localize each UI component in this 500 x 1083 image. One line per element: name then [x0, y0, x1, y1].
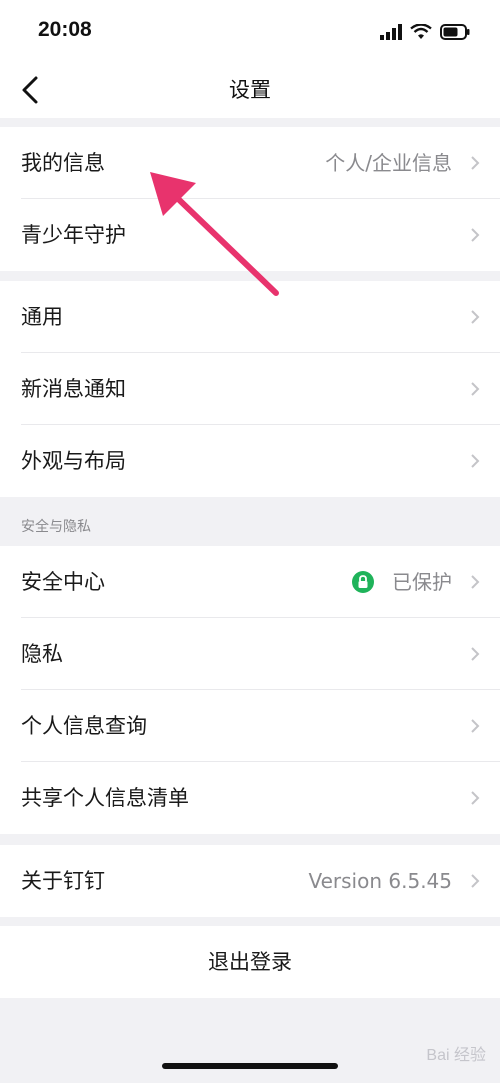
chevron-right-icon — [471, 874, 480, 888]
status-time: 20:08 — [38, 18, 92, 41]
row-label: 我的信息 — [21, 151, 105, 175]
row-label: 共享个人信息清单 — [21, 786, 189, 810]
chevron-right-icon — [471, 791, 480, 805]
row-label: 青少年守护 — [21, 223, 126, 247]
chevron-right-icon — [471, 228, 480, 242]
row-shared-info-list[interactable]: 共享个人信息清单 — [0, 762, 500, 834]
chevron-right-icon — [471, 719, 480, 733]
chevron-right-icon — [471, 647, 480, 661]
row-label: 新消息通知 — [21, 377, 126, 401]
row-label: 关于钉钉 — [21, 869, 105, 893]
battery-icon — [440, 24, 470, 40]
row-youth-protection[interactable]: 青少年守护 — [0, 199, 500, 271]
row-general[interactable]: 通用 — [0, 281, 500, 353]
chevron-right-icon — [471, 156, 480, 170]
row-value: 已保护 — [392, 570, 452, 594]
page-title: 设置 — [229, 78, 271, 102]
row-value: 个人/企业信息 — [325, 151, 452, 175]
chevron-right-icon — [471, 310, 480, 324]
settings-group-security: 安全中心 已保护 隐私 个人信息查询 共享个人信息清单 — [0, 546, 500, 834]
row-label: 通用 — [21, 305, 63, 329]
cellular-signal-icon — [380, 24, 402, 40]
row-about[interactable]: 关于钉钉 Version 6.5.45 — [0, 845, 500, 917]
settings-group-general: 通用 新消息通知 外观与布局 — [0, 281, 500, 497]
row-privacy[interactable]: 隐私 — [0, 618, 500, 690]
status-bar: 20:08 — [0, 0, 500, 62]
row-security-center[interactable]: 安全中心 已保护 — [0, 546, 500, 618]
logout-button[interactable]: 退出登录 — [0, 926, 500, 998]
row-personal-info-query[interactable]: 个人信息查询 — [0, 690, 500, 762]
settings-group-about: 关于钉钉 Version 6.5.45 — [0, 845, 500, 917]
nav-bar: 设置 — [0, 62, 500, 118]
wifi-icon — [410, 24, 432, 39]
row-appearance[interactable]: 外观与布局 — [0, 425, 500, 497]
row-my-info[interactable]: 我的信息 个人/企业信息 — [0, 127, 500, 199]
chevron-right-icon — [471, 575, 480, 589]
chevron-right-icon — [471, 454, 480, 468]
section-header-security: 安全与隐私 — [21, 519, 91, 535]
watermark-text: Bai 经验 — [426, 1047, 486, 1064]
chevron-right-icon — [471, 382, 480, 396]
version-value: Version 6.5.45 — [308, 869, 452, 893]
home-indicator — [162, 1063, 338, 1069]
row-label: 外观与布局 — [21, 449, 126, 473]
logout-label: 退出登录 — [208, 950, 292, 974]
row-label: 安全中心 — [21, 570, 105, 594]
lock-icon — [352, 571, 374, 593]
row-label: 隐私 — [21, 642, 63, 666]
status-icons — [380, 20, 470, 44]
row-notifications[interactable]: 新消息通知 — [0, 353, 500, 425]
settings-group-account: 我的信息 个人/企业信息 青少年守护 — [0, 127, 500, 271]
row-label: 个人信息查询 — [21, 714, 147, 738]
